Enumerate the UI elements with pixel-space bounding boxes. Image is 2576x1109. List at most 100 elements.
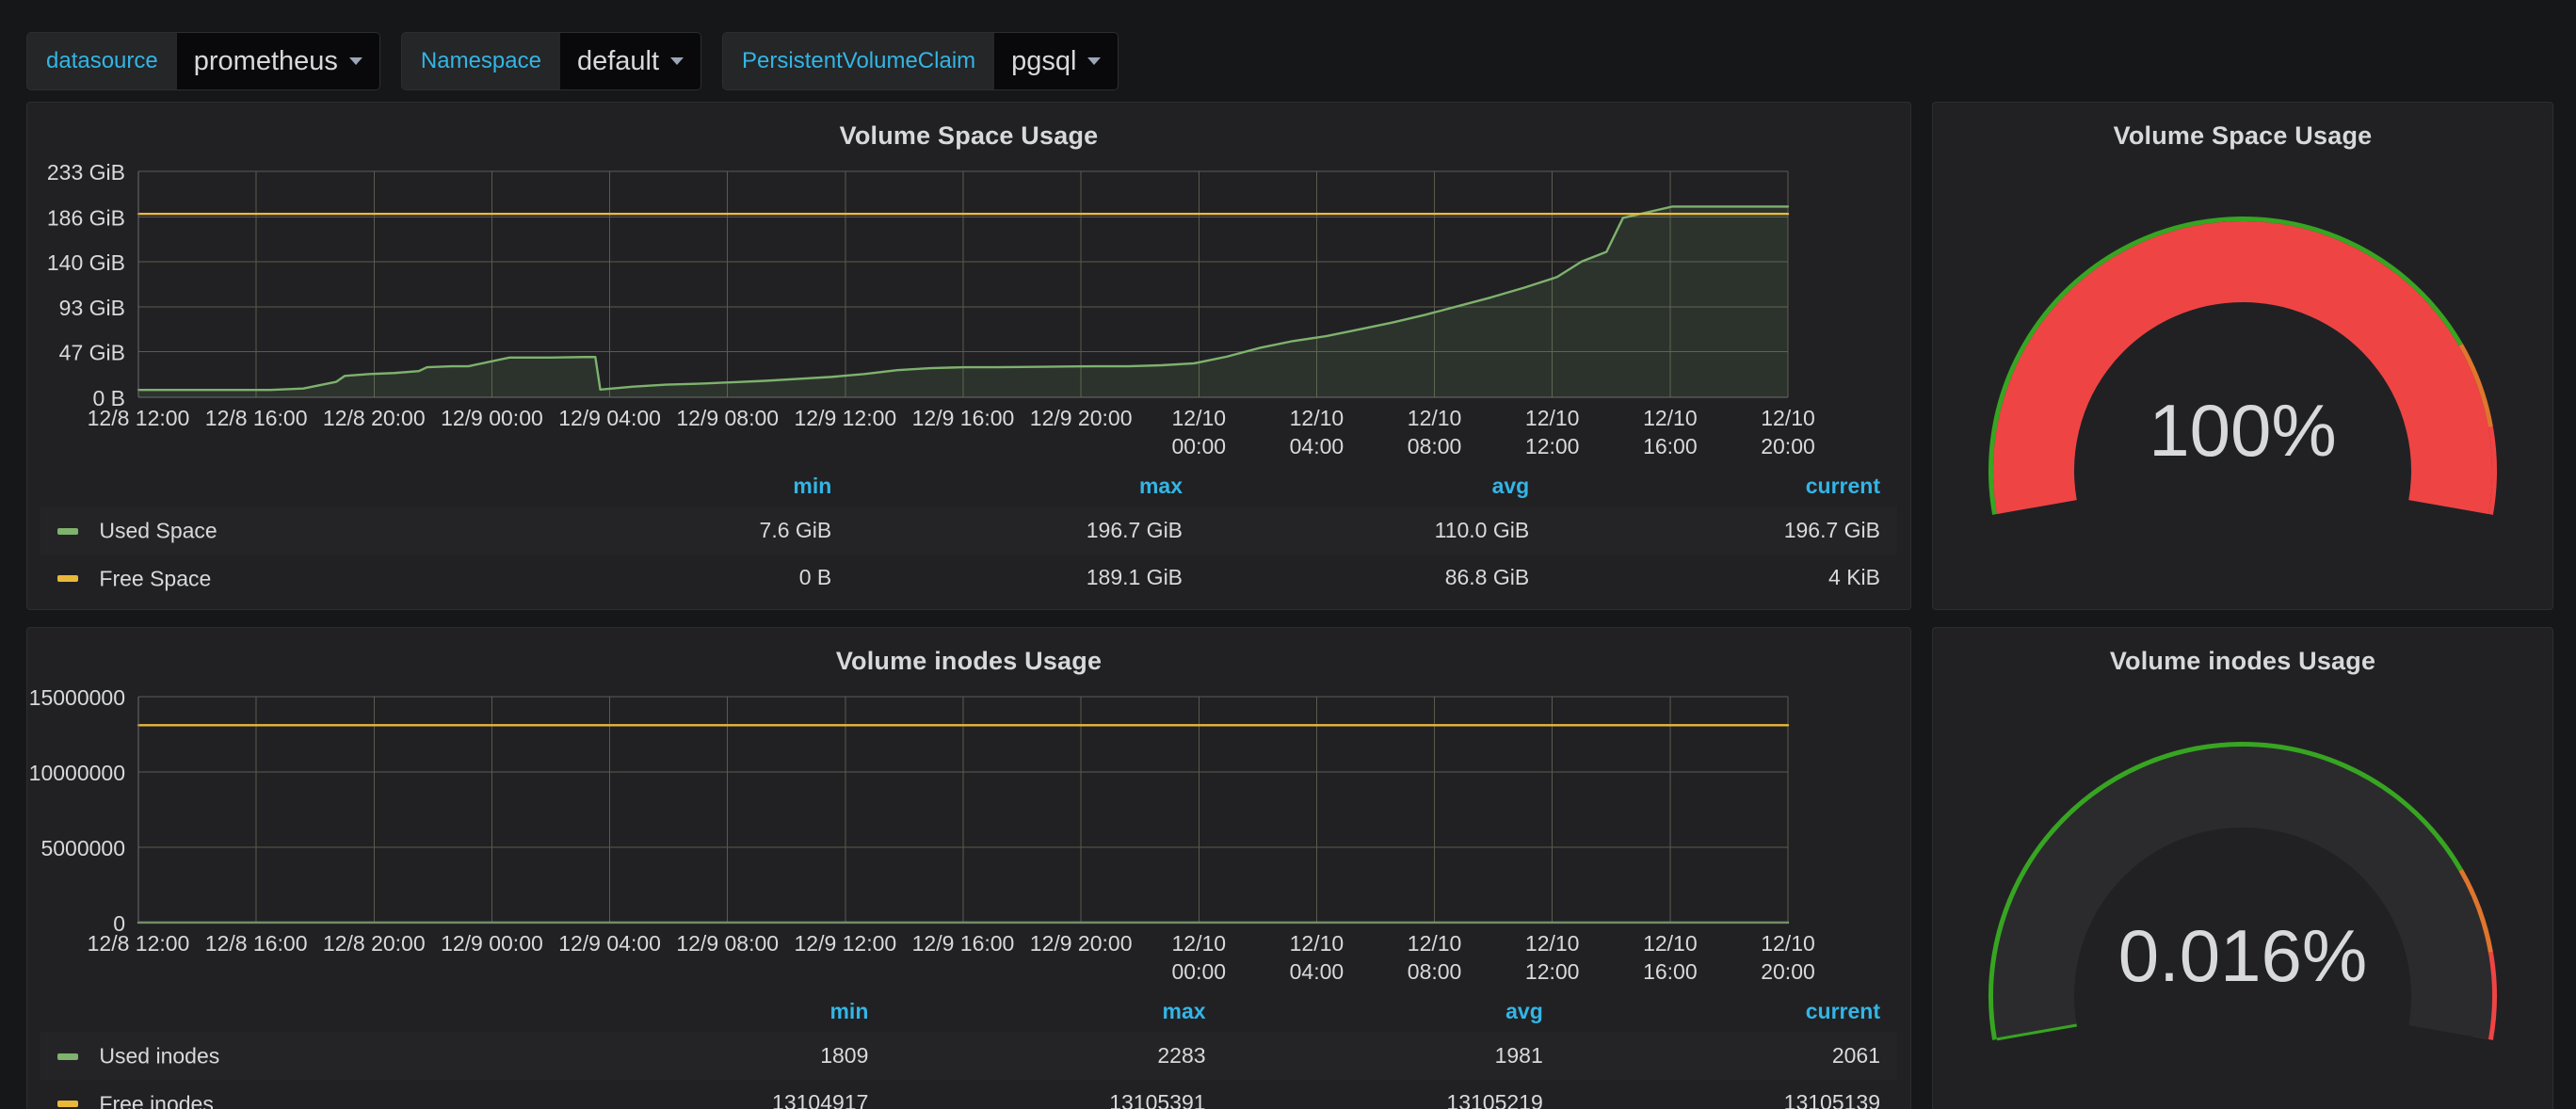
namespace-variable-text: default [577, 46, 659, 77]
svg-text:08:00: 08:00 [1408, 959, 1462, 984]
series-color-swatch [57, 528, 78, 535]
svg-text:12/10: 12/10 [1525, 931, 1580, 956]
legend-max-cell: 189.1 GiB [848, 554, 1199, 602]
inodes-legend-table: min max avg current Used inodes [40, 997, 1897, 1109]
space-usage-gauge [1951, 160, 2535, 555]
series-label: Used Space [99, 519, 217, 543]
dashboard-row-2: Volume inodes Usage 05000000100000001500… [26, 627, 2557, 1109]
series-label: Free inodes [99, 1091, 213, 1109]
datasource-variable-text: prometheus [194, 46, 338, 77]
series-color-swatch [57, 575, 78, 582]
panel-volume-inodes-usage-graph: Volume inodes Usage 05000000100000001500… [26, 627, 1911, 1109]
inodes-gauge-wrap: 0.016% [1933, 676, 2552, 1090]
legend-avg-header[interactable]: avg [1199, 472, 1546, 506]
legend-series-cell[interactable]: Free inodes [40, 1080, 548, 1109]
legend-max-cell: 2283 [885, 1032, 1222, 1079]
svg-text:12/9 08:00: 12/9 08:00 [676, 406, 779, 430]
svg-text:12/9 16:00: 12/9 16:00 [912, 406, 1015, 430]
legend-min-header[interactable]: min [562, 472, 848, 506]
svg-text:12/9 16:00: 12/9 16:00 [912, 931, 1015, 956]
pvc-variable-text: pgsql [1011, 46, 1076, 77]
namespace-variable-value[interactable]: default [560, 32, 701, 90]
datasource-variable[interactable]: datasource prometheus [26, 32, 380, 90]
table-row[interactable]: Free Space 0 B 189.1 GiB 86.8 GiB 4 KiB [40, 554, 1897, 602]
legend-current-cell: 4 KiB [1546, 554, 1897, 602]
template-variable-bar: datasource prometheus Namespace default … [0, 0, 2576, 102]
pvc-variable[interactable]: PersistentVolumeClaim pgsql [722, 32, 1119, 90]
svg-text:12/10: 12/10 [1172, 406, 1227, 430]
space-graph-plot: 0 B47 GiB93 GiB140 GiB186 GiB233 GiB12/8… [27, 151, 1910, 461]
legend-current-header[interactable]: current [1546, 472, 1897, 506]
legend-avg-cell: 1981 [1223, 1032, 1560, 1079]
svg-text:08:00: 08:00 [1408, 434, 1462, 458]
panel-grid: Volume Space Usage 0 B47 GiB93 GiB140 Gi… [26, 102, 2557, 1109]
table-row[interactable]: Free inodes 13104917 13105391 13105219 1… [40, 1080, 1897, 1109]
svg-text:12/8 12:00: 12/8 12:00 [88, 406, 190, 430]
legend-series-cell[interactable]: Used Space [40, 506, 562, 554]
gauge-value-text: 100% [1933, 388, 2552, 474]
legend-max-header[interactable]: max [885, 997, 1222, 1032]
space-usage-chart: 0 B47 GiB93 GiB140 GiB186 GiB233 GiB12/8… [27, 151, 1910, 461]
inodes-usage-chart: 05000000100000001500000012/8 12:0012/8 1… [27, 676, 1910, 987]
legend-min-cell: 13104917 [548, 1080, 885, 1109]
gauge-value-text: 0.016% [1933, 913, 2552, 999]
dashboard-row-1: Volume Space Usage 0 B47 GiB93 GiB140 Gi… [26, 102, 2557, 610]
svg-text:12/10: 12/10 [1172, 931, 1227, 956]
svg-text:12/10: 12/10 [1408, 931, 1462, 956]
svg-text:04:00: 04:00 [1290, 434, 1344, 458]
space-legend-table: min max avg current Used Space [40, 472, 1897, 602]
svg-text:20:00: 20:00 [1761, 434, 1815, 458]
svg-text:16:00: 16:00 [1643, 434, 1698, 458]
svg-text:12/8 16:00: 12/8 16:00 [205, 406, 308, 430]
legend-min-cell: 0 B [562, 554, 848, 602]
series-label: Used inodes [99, 1044, 219, 1069]
svg-text:12/10: 12/10 [1643, 406, 1698, 430]
svg-text:12/9 00:00: 12/9 00:00 [441, 931, 543, 956]
legend-max-cell: 13105391 [885, 1080, 1222, 1109]
legend-avg-header[interactable]: avg [1223, 997, 1560, 1032]
legend-current-cell: 196.7 GiB [1546, 506, 1897, 554]
panel-volume-inodes-usage-gauge: Volume inodes Usage 0.016% [1932, 627, 2553, 1109]
svg-text:12/9 20:00: 12/9 20:00 [1030, 931, 1133, 956]
legend-avg-cell: 110.0 GiB [1199, 506, 1546, 554]
svg-text:12/10: 12/10 [1643, 931, 1698, 956]
svg-text:00:00: 00:00 [1172, 434, 1227, 458]
table-row[interactable]: Used inodes 1809 2283 1981 2061 [40, 1032, 1897, 1079]
legend-series-cell[interactable]: Used inodes [40, 1032, 548, 1079]
panel-volume-space-usage-gauge: Volume Space Usage 100% [1932, 102, 2553, 610]
legend-current-cell: 13105139 [1560, 1080, 1897, 1109]
panel-volume-space-usage-graph: Volume Space Usage 0 B47 GiB93 GiB140 Gi… [26, 102, 1911, 610]
svg-text:12/10: 12/10 [1408, 406, 1462, 430]
legend-current-cell: 2061 [1560, 1032, 1897, 1079]
legend-series-header [40, 472, 562, 506]
legend-min-cell: 7.6 GiB [562, 506, 848, 554]
svg-text:12/8 12:00: 12/8 12:00 [88, 931, 190, 956]
pvc-variable-value[interactable]: pgsql [994, 32, 1119, 90]
svg-text:12/9 12:00: 12/9 12:00 [794, 406, 896, 430]
datasource-variable-value[interactable]: prometheus [177, 32, 380, 90]
svg-text:16:00: 16:00 [1643, 959, 1698, 984]
svg-text:12/9 04:00: 12/9 04:00 [558, 931, 661, 956]
svg-text:12/10: 12/10 [1525, 406, 1580, 430]
svg-text:12/10: 12/10 [1290, 406, 1344, 430]
space-gauge-wrap: 100% [1933, 151, 2552, 565]
svg-text:12/9 20:00: 12/9 20:00 [1030, 406, 1133, 430]
series-color-swatch [57, 1053, 78, 1060]
chevron-down-icon [349, 57, 362, 65]
legend-avg-cell: 13105219 [1223, 1080, 1560, 1109]
legend-current-header[interactable]: current [1560, 997, 1897, 1032]
svg-text:186 GiB: 186 GiB [47, 205, 125, 230]
legend-series-cell[interactable]: Free Space [40, 554, 562, 602]
svg-text:12/9 00:00: 12/9 00:00 [441, 406, 543, 430]
svg-text:12/10: 12/10 [1761, 931, 1815, 956]
svg-text:140 GiB: 140 GiB [47, 250, 125, 275]
svg-text:12/9 08:00: 12/9 08:00 [676, 931, 779, 956]
table-row[interactable]: Used Space 7.6 GiB 196.7 GiB 110.0 GiB 1… [40, 506, 1897, 554]
svg-text:04:00: 04:00 [1290, 959, 1344, 984]
panel-title: Volume inodes Usage [1933, 628, 2552, 676]
svg-text:12/9 12:00: 12/9 12:00 [794, 931, 896, 956]
namespace-variable[interactable]: Namespace default [401, 32, 701, 90]
svg-text:12/9 04:00: 12/9 04:00 [558, 406, 661, 430]
legend-min-header[interactable]: min [548, 997, 885, 1032]
legend-max-header[interactable]: max [848, 472, 1199, 506]
